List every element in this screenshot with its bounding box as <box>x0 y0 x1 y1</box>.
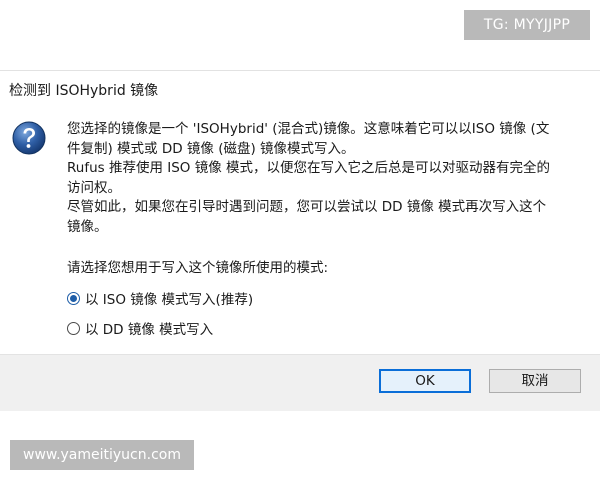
title-bar: 检测到 ISOHybrid 镜像 <box>0 71 600 107</box>
dialog-message: 您选择的镜像是一个 'ISOHybrid' (混合式)镜像。这意味着它可以以IS… <box>67 120 587 237</box>
screenshot-page: TG: MYYJJPP 检测到 ISOHybrid 镜像 您选择的镜像是一个 '… <box>0 0 600 480</box>
radio-button-checked[interactable] <box>67 291 80 305</box>
radio-dd-mode-label: 以 DD 镜像 模式写入 <box>85 322 214 338</box>
watermark-bottom-left: www.yameitiyucn.com <box>10 440 194 470</box>
watermark-top-right: TG: MYYJJPP <box>464 10 590 40</box>
ok-button[interactable]: OK <box>379 369 471 393</box>
message-line: Rufus 推荐使用 ISO 镜像 模式，以便您在写入它之后总是可以对驱动器有完… <box>67 160 551 176</box>
message-line: 访问权。 <box>67 179 121 196</box>
mode-prompt: 请选择您想用于写入这个镜像所使用的模式: <box>67 260 329 276</box>
message-line: 件复制) 模式或 DD 镜像 (磁盘) 镜像模式写入。 <box>67 140 355 157</box>
message-line: 尽管如此，如果您在引导时遇到问题，您可以尝试以 DD 镜像 模式再次写入这个 <box>67 199 547 215</box>
radio-iso-mode[interactable]: 以 ISO 镜像 模式写入(推荐) <box>67 288 253 308</box>
iso-hybrid-dialog: 检测到 ISOHybrid 镜像 您选择的镜像是一个 'ISOHybrid' (… <box>0 70 600 411</box>
radio-iso-mode-label: 以 ISO 镜像 模式写入(推荐) <box>85 292 254 308</box>
message-line: 镜像。 <box>67 218 108 235</box>
message-line: 您选择的镜像是一个 'ISOHybrid' (混合式)镜像。这意味着它可以以IS… <box>67 121 550 137</box>
cancel-button[interactable]: 取消 <box>489 369 581 393</box>
question-icon <box>12 121 46 155</box>
radio-dd-mode[interactable]: 以 DD 镜像 模式写入 <box>67 318 213 338</box>
radio-button[interactable] <box>67 321 80 335</box>
button-bar: OK 取消 <box>0 354 600 411</box>
dialog-title: 检测到 ISOHybrid 镜像 <box>9 83 159 99</box>
